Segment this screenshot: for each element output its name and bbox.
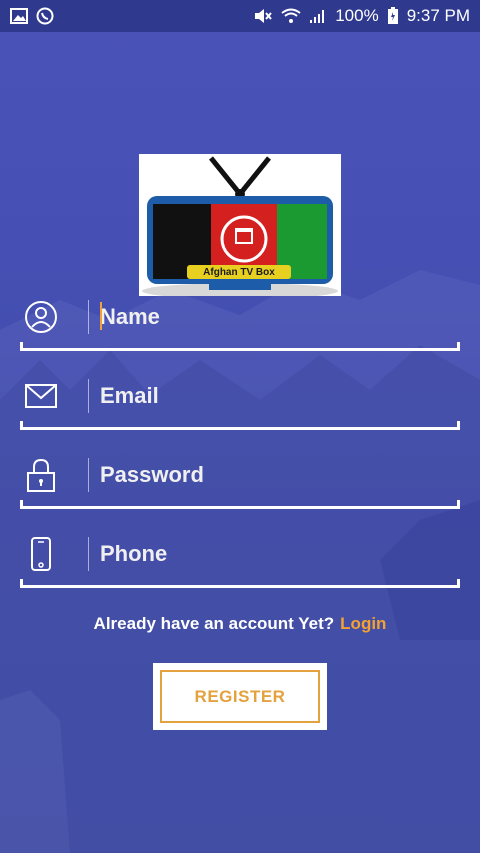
email-separator <box>88 379 89 413</box>
phone-separator <box>88 537 89 571</box>
logo-text: Afghan TV Box <box>203 266 275 278</box>
envelope-icon <box>24 379 58 413</box>
login-link[interactable]: Login <box>340 614 386 633</box>
password-separator <box>88 458 89 492</box>
email-field-row <box>20 371 460 431</box>
password-input[interactable] <box>100 458 440 492</box>
wifi-icon <box>281 8 301 24</box>
email-input[interactable] <box>100 379 440 413</box>
login-prompt-text: Already have an account Yet? <box>93 614 335 633</box>
image-icon <box>10 8 28 24</box>
text-cursor <box>100 302 102 330</box>
app-logo: Afghan TV Box <box>139 154 341 299</box>
register-button[interactable]: REGISTER <box>160 670 320 723</box>
mute-icon <box>253 8 273 24</box>
login-prompt: Already have an account Yet? Login <box>0 614 480 634</box>
name-field-row <box>20 292 460 352</box>
phone-underline <box>20 579 460 588</box>
whatsapp-icon <box>36 7 54 25</box>
clock: 9:37 PM <box>406 6 470 25</box>
name-input[interactable] <box>100 300 440 334</box>
name-separator <box>88 300 89 334</box>
user-icon <box>24 300 58 334</box>
phone-input[interactable] <box>100 537 440 571</box>
password-underline <box>20 500 460 509</box>
signal-icon <box>309 8 327 24</box>
password-field-row <box>20 450 460 510</box>
phone-icon <box>24 537 58 571</box>
register-button-frame: REGISTER <box>153 663 327 730</box>
battery-icon <box>387 7 399 25</box>
phone-field-row <box>20 529 460 589</box>
name-underline <box>20 342 460 351</box>
battery-percent: 100% <box>335 6 379 25</box>
status-bar: 100% 9:37 PM <box>0 0 480 32</box>
email-underline <box>20 421 460 430</box>
lock-icon <box>24 458 58 492</box>
